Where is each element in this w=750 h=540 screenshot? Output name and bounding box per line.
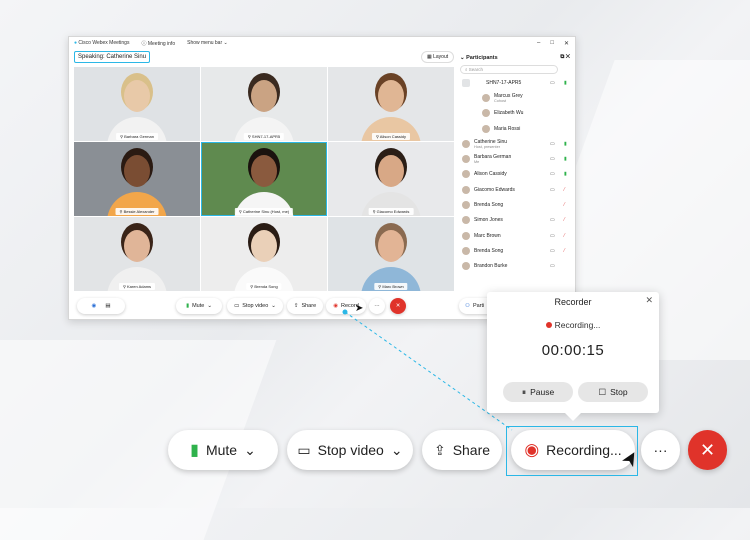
mouse-cursor-small: ➤	[355, 303, 364, 314]
stop-label: Stop	[610, 387, 628, 397]
more-button[interactable]: ···	[641, 430, 680, 470]
recording-button-highlight	[506, 426, 638, 476]
end-call-button[interactable]: ✕	[688, 430, 727, 470]
stop-icon: ☐	[598, 386, 607, 397]
recording-dot-icon	[545, 322, 552, 328]
stop-video-label: Stop video	[317, 442, 384, 458]
recording-status: Recording...	[487, 320, 659, 330]
recorder-title: Recorder	[554, 297, 592, 307]
recorder-popup: Recorder ✕ Recording... 00:00:15 ⏸ Pause …	[487, 292, 659, 421]
chevron-down-icon[interactable]: ⌄	[391, 442, 403, 459]
pause-icon: ⏸	[521, 386, 527, 397]
close-icon[interactable]: ✕	[645, 295, 653, 306]
share-icon: ⇪	[433, 441, 446, 458]
stop-video-button[interactable]: ▭ Stop video ⌄	[287, 430, 413, 470]
pause-label: Pause	[530, 387, 555, 397]
mute-label: Mute	[205, 442, 238, 458]
close-icon: ✕	[699, 439, 716, 460]
share-button[interactable]: ⇪ Share	[422, 430, 502, 470]
stop-button[interactable]: ☐ Stop	[578, 382, 648, 402]
pause-button[interactable]: ⏸ Pause	[503, 382, 573, 402]
chevron-down-icon[interactable]: ⌄	[244, 442, 256, 459]
recording-status-text: Recording...	[554, 320, 601, 330]
mic-icon: ▮	[190, 442, 199, 459]
recording-timer: 00:00:15	[541, 342, 605, 359]
mute-button[interactable]: ▮ Mute ⌄	[168, 430, 278, 470]
share-label: Share	[452, 442, 491, 458]
camera-icon: ▭	[297, 441, 311, 458]
